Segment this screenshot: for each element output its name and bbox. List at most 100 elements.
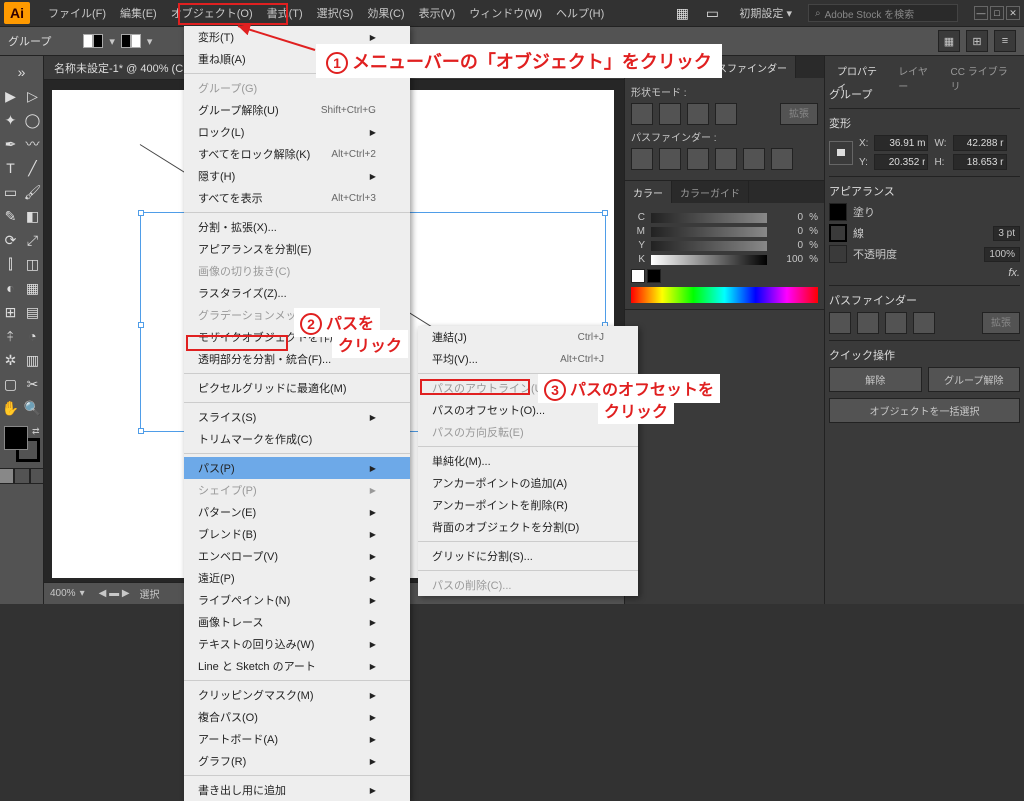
exclude-icon[interactable] [715, 103, 737, 125]
stroke-swatch[interactable] [121, 34, 141, 48]
y-field[interactable] [874, 154, 928, 170]
menuitem-分割・拡張(X)...[interactable]: 分割・拡張(X)... [184, 216, 410, 238]
menuitem-複合パス(O)[interactable]: 複合パス(O) [184, 706, 410, 728]
minus-back-icon[interactable] [771, 148, 793, 170]
select-similar-button[interactable]: オブジェクトを一括選択 [829, 398, 1020, 423]
artboard-tool-icon[interactable]: ▢ [0, 373, 22, 395]
object-menu-dropdown[interactable]: 変形(T)重ね順(A)グループ(G)グループ解除(U)Shift+Ctrl+Gロ… [184, 26, 410, 801]
submenuitem-アンカーポイントの追加(A)[interactable]: アンカーポイントの追加(A) [418, 472, 638, 494]
tab-layers[interactable]: レイヤー [890, 60, 942, 80]
x-field[interactable] [874, 135, 928, 151]
swap-fill-stroke-icon[interactable]: ⇄ [32, 426, 40, 437]
opacity-field[interactable]: 100% [984, 247, 1020, 262]
window-minimize-icon[interactable]: — [974, 6, 988, 20]
tab-cc-libraries[interactable]: CC ライブラリ [943, 60, 1021, 80]
rectangle-tool-icon[interactable]: ▭ [0, 181, 22, 203]
menu-object[interactable]: オブジェクト(O) [165, 2, 259, 24]
unite-icon[interactable] [829, 312, 851, 334]
stroke-color-swatch[interactable] [829, 224, 847, 242]
menuitem-クリッピングマスク(M)[interactable]: クリッピングマスク(M) [184, 684, 410, 706]
fill-stroke-indicator[interactable]: ⇄ [4, 426, 40, 462]
window-close-icon[interactable]: ✕ [1006, 6, 1020, 20]
tab-pathfinder[interactable]: パスファインダー [699, 56, 796, 78]
width-tool-icon[interactable]: ⫿ [0, 253, 22, 275]
direct-selection-tool-icon[interactable]: ▷ [22, 85, 44, 107]
menuitem-すべてをロック解除(K)[interactable]: すべてをロック解除(K)Alt+Ctrl+2 [184, 143, 410, 165]
reference-point-icon[interactable] [829, 141, 853, 165]
draw-behind-icon[interactable] [14, 468, 30, 484]
blend-tool-icon[interactable]: ◔ [22, 325, 44, 347]
outline-icon[interactable] [743, 148, 765, 170]
draw-normal-icon[interactable] [0, 468, 14, 484]
menuitem-グラデーションメッシュを作成(D)...[interactable]: グラデーションメッシュを作成(D)... [184, 304, 410, 326]
fx-button[interactable]: fx. [829, 267, 1020, 279]
menu-effect[interactable]: 効果(C) [361, 2, 410, 24]
submenuitem-パスの削除(C)...[interactable]: パスの削除(C)... [418, 574, 638, 596]
menuitem-画像トレース[interactable]: 画像トレース [184, 611, 410, 633]
menu-file[interactable]: ファイル(F) [42, 2, 112, 24]
menuitem-Line と Sketch のアート[interactable]: Line と Sketch のアート [184, 655, 410, 677]
crop-icon[interactable] [715, 148, 737, 170]
menu-select[interactable]: 選択(S) [311, 2, 360, 24]
fill-swatch-icon[interactable] [4, 426, 28, 450]
symbol-tool-icon[interactable]: ✲ [0, 349, 22, 371]
menuitem-ラスタライズ(Z)...[interactable]: ラスタライズ(Z)... [184, 282, 410, 304]
tool-collapse-icon[interactable]: » [11, 61, 33, 83]
eyedropper-tool-icon[interactable]: ⤉ [0, 325, 22, 347]
tab-properties[interactable]: プロパティ [829, 60, 890, 80]
eraser-tool-icon[interactable]: ◧ [22, 205, 44, 227]
menuitem-ブレンド(B)[interactable]: ブレンド(B) [184, 523, 410, 545]
menuitem-ピクセルグリッドに最適化(M)[interactable]: ピクセルグリッドに最適化(M) [184, 377, 410, 399]
graph-tool-icon[interactable]: ▥ [22, 349, 44, 371]
submenuitem-平均(V)...[interactable]: 平均(V)...Alt+Ctrl+J [418, 348, 638, 370]
menuitem-ロック(L)[interactable]: ロック(L) [184, 121, 410, 143]
workspace-preset[interactable]: 初期設定 ▾ [731, 3, 800, 23]
menuitem-遠近(P)[interactable]: 遠近(P) [184, 567, 410, 589]
menuitem-エンベロープ(V)[interactable]: エンベロープ(V) [184, 545, 410, 567]
tab-align[interactable]: 整列 [662, 56, 699, 78]
intersect-icon[interactable] [885, 312, 907, 334]
menuitem-モザイクオブジェクトを作成(J)...[interactable]: モザイクオブジェクトを作成(J)... [184, 326, 410, 348]
scale-tool-icon[interactable]: ⤢ [22, 229, 44, 251]
menu-edit[interactable]: 編集(E) [114, 2, 163, 24]
line-tool-icon[interactable]: ╱ [22, 157, 44, 179]
release-button[interactable]: 解除 [829, 367, 922, 392]
menuitem-アートボード(A)[interactable]: アートボード(A) [184, 728, 410, 750]
stroke-weight-field[interactable]: 3 pt [993, 226, 1020, 241]
expand-button[interactable]: 拡張 [982, 312, 1020, 334]
menuitem-画像の切り抜き(C)[interactable]: 画像の切り抜き(C) [184, 260, 410, 282]
submenuitem-パスのオフセット(O)...[interactable]: パスのオフセット(O)... [418, 399, 638, 421]
menu-window[interactable]: ウィンドウ(W) [463, 2, 548, 24]
menuitem-トリムマークを作成(C)[interactable]: トリムマークを作成(C) [184, 428, 410, 450]
gradient-tool-icon[interactable]: ▤ [22, 301, 44, 323]
spectrum-bar[interactable] [631, 287, 818, 303]
expand-button[interactable]: 拡張 [780, 103, 818, 125]
curvature-tool-icon[interactable]: 〰 [22, 133, 44, 155]
selection-tool-icon[interactable]: ▶ [0, 85, 22, 107]
trim-icon[interactable] [659, 148, 681, 170]
menuitem-重ね順(A)[interactable]: 重ね順(A) [184, 48, 410, 70]
tab-color-guide[interactable]: カラーガイド [672, 181, 749, 203]
merge-icon[interactable] [687, 148, 709, 170]
arrange-icon[interactable]: ▭ [701, 2, 723, 24]
menuitem-隠す(H)[interactable]: 隠す(H) [184, 165, 410, 187]
tab-color[interactable]: カラー [625, 181, 672, 203]
exclude-icon[interactable] [913, 312, 935, 334]
lasso-tool-icon[interactable]: ◯ [22, 109, 44, 131]
shape-builder-tool-icon[interactable]: ◐ [0, 277, 22, 299]
menu-type[interactable]: 書式(T) [261, 2, 309, 24]
menuitem-パターン(E)[interactable]: パターン(E) [184, 501, 410, 523]
window-maximize-icon[interactable]: □ [990, 6, 1004, 20]
submenuitem-連結(J)[interactable]: 連結(J)Ctrl+J [418, 326, 638, 348]
transform-icon[interactable]: ⊞ [966, 30, 988, 52]
submenuitem-グリッドに分割(S)...[interactable]: グリッドに分割(S)... [418, 545, 638, 567]
fill-color-swatch[interactable] [829, 203, 847, 221]
path-submenu-dropdown[interactable]: 連結(J)Ctrl+J平均(V)...Alt+Ctrl+Jパスのアウトライン(U… [418, 326, 638, 596]
bridge-icon[interactable]: ▦ [671, 2, 693, 24]
submenuitem-アンカーポイントを削除(R)[interactable]: アンカーポイントを削除(R) [418, 494, 638, 516]
menuitem-グループ解除(U)[interactable]: グループ解除(U)Shift+Ctrl+G [184, 99, 410, 121]
menuitem-アピアランスを分割(E)[interactable]: アピアランスを分割(E) [184, 238, 410, 260]
minus-front-icon[interactable] [857, 312, 879, 334]
menuitem-すべてを表示[interactable]: すべてを表示Alt+Ctrl+3 [184, 187, 410, 209]
pen-tool-icon[interactable]: ✒ [0, 133, 22, 155]
